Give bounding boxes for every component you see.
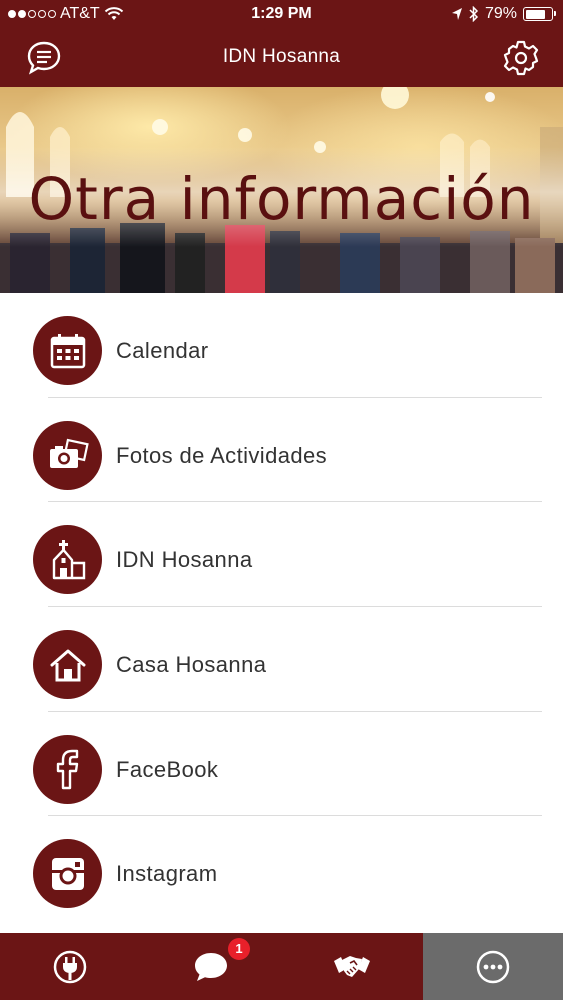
status-bar: AT&T 1:29 PM 79% xyxy=(0,0,563,30)
hero-banner: Otra información xyxy=(0,87,563,293)
menu-item-label: IDN Hosanna xyxy=(116,547,253,573)
instagram-icon xyxy=(33,839,102,909)
nav-title: IDN Hosanna xyxy=(222,46,341,67)
menu-list: Calendar Fotos de Actividades IDN Hosann… xyxy=(0,293,563,921)
plug-icon xyxy=(53,950,87,983)
menu-item-instagram[interactable]: Instagram xyxy=(0,816,563,921)
battery-icon xyxy=(523,7,556,21)
menu-item-label: Instagram xyxy=(116,861,218,887)
tab-plug[interactable] xyxy=(0,933,140,1000)
bluetooth-icon xyxy=(469,6,479,22)
menu-item-fotos[interactable]: Fotos de Actividades xyxy=(0,398,563,503)
menu-item-label: Fotos de Actividades xyxy=(116,442,328,468)
menu-item-casa-hosanna[interactable]: Casa Hosanna xyxy=(0,607,563,712)
settings-button[interactable] xyxy=(501,38,541,78)
unread-badge: 1 xyxy=(228,938,250,960)
menu-item-facebook[interactable]: FaceBook xyxy=(0,712,563,817)
hero-title: Otra información xyxy=(28,165,535,233)
chat-icon xyxy=(195,952,227,981)
camera-photos-icon xyxy=(33,420,102,490)
menu-item-label: Calendar xyxy=(116,338,209,363)
menu-item-calendar[interactable]: Calendar xyxy=(0,293,563,398)
tab-handshake[interactable] xyxy=(282,933,422,1000)
nav-bar: IDN Hosanna xyxy=(0,30,563,87)
location-arrow-icon xyxy=(451,8,462,20)
menu-item-idn-hosanna[interactable]: IDN Hosanna xyxy=(0,502,563,608)
house-icon xyxy=(33,630,102,700)
gear-icon xyxy=(503,40,539,76)
calendar-icon xyxy=(33,316,102,385)
battery-percent: 79% xyxy=(484,5,517,22)
more-icon xyxy=(476,950,510,983)
tab-more[interactable] xyxy=(423,933,563,1000)
menu-item-label: Casa Hosanna xyxy=(116,652,267,678)
menu-item-label: FaceBook xyxy=(116,756,219,782)
facebook-icon xyxy=(33,734,102,804)
handshake-icon xyxy=(334,955,370,977)
tab-bar: 1 xyxy=(0,933,563,1000)
tab-chat[interactable]: 1 xyxy=(141,933,281,1000)
church-icon xyxy=(33,525,102,595)
